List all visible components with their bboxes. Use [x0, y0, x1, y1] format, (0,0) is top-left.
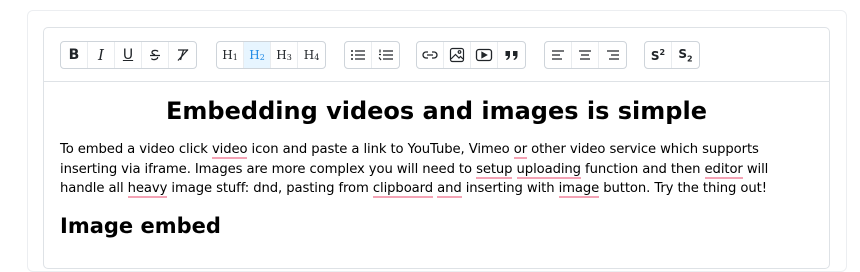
image-button[interactable]: [444, 42, 471, 68]
italic-button[interactable]: I: [88, 42, 115, 68]
heading-4-button[interactable]: H4: [298, 42, 325, 68]
superscript-icon: S2: [651, 48, 665, 63]
strikethrough-icon: [150, 49, 160, 61]
content-title: Embedding videos and images is simple: [166, 97, 707, 125]
heading-1-letter: H: [222, 48, 233, 62]
paragraph-text: To embed a video click: [60, 142, 212, 157]
formatting-controls-group: B I U: [60, 41, 197, 69]
italic-icon: I: [98, 46, 104, 64]
superscript-button[interactable]: S2: [645, 42, 672, 68]
link-icon: [422, 51, 438, 59]
ordered-list-button[interactable]: [372, 42, 399, 68]
align-right-button[interactable]: [599, 42, 626, 68]
paragraph-text: button. Try the thing out!: [599, 181, 767, 196]
heading-2-letter: H: [249, 48, 260, 62]
spellcheck-flagged-word: image: [558, 181, 600, 198]
paragraph-text: icon and paste a link to YouTube, Vimeo: [247, 142, 514, 157]
insert-controls-group: [416, 41, 526, 69]
link-button[interactable]: [417, 42, 444, 68]
subscript-button[interactable]: S2: [672, 42, 699, 68]
heading-3-letter: H: [276, 48, 287, 62]
heading-2-icon: H2: [249, 48, 265, 62]
bold-button[interactable]: B: [61, 42, 88, 68]
content-subheading: Image embed: [60, 213, 221, 238]
bullet-list-icon: [351, 50, 365, 60]
paragraph-text: inserting with: [461, 181, 559, 196]
paragraph-text: [512, 162, 516, 177]
heading-1-level: 1: [232, 53, 238, 62]
align-right-icon: [606, 50, 619, 60]
clear-formatting-icon: [177, 49, 188, 61]
spellcheck-flagged-word: uploading: [516, 161, 581, 179]
spellcheck-flagged-word: editor: [704, 161, 743, 179]
superscript-letter: S: [650, 48, 660, 63]
subscript-letter: S: [678, 46, 688, 61]
align-left-button[interactable]: [545, 42, 572, 68]
script-controls-group: S2 S2: [644, 41, 700, 69]
spellcheck-flagged-word: video: [211, 142, 248, 159]
alignment-controls-group: [544, 41, 627, 69]
spellcheck-flagged-word: and: [437, 181, 462, 198]
heading-4-icon: H4: [304, 48, 320, 62]
spellcheck-flagged-word: clipboard: [372, 181, 434, 198]
heading-1-icon: H1: [222, 48, 238, 62]
superscript-mark: 2: [659, 47, 666, 57]
rich-text-editor: B I U H1 H2 H3 H4 S2 S2 Embedding videos…: [43, 27, 830, 269]
editor-content[interactable]: Embedding videos and images is simple To…: [44, 82, 829, 268]
spellcheck-flagged-word: or: [513, 142, 528, 159]
blockquote-button[interactable]: [498, 42, 525, 68]
ordered-list-icon: [378, 49, 393, 61]
align-left-icon: [552, 50, 564, 60]
spellcheck-flagged-word: setup: [476, 161, 513, 179]
subscript-mark: 2: [687, 54, 693, 64]
subscript-icon: S2: [678, 47, 692, 63]
quote-icon: [505, 51, 517, 60]
list-controls-group: [344, 41, 400, 69]
video-icon: [475, 48, 493, 62]
clear-formatting-button[interactable]: [169, 42, 196, 68]
bold-icon: B: [68, 47, 80, 63]
paragraph-text: image stuff: dnd, pasting from: [167, 181, 373, 196]
paragraph-text: function and then: [580, 161, 705, 177]
heading-2-level: 2: [259, 53, 265, 62]
heading-1-button[interactable]: H1: [217, 42, 244, 68]
heading-controls-group: H1 H2 H3 H4: [216, 41, 326, 69]
spellcheck-flagged-word: heavy: [127, 181, 168, 198]
underline-icon: U: [122, 47, 134, 63]
underline-button[interactable]: U: [115, 42, 142, 68]
video-button[interactable]: [471, 42, 498, 68]
strikethrough-button[interactable]: [142, 42, 169, 68]
heading-4-level: 4: [314, 53, 320, 62]
heading-3-icon: H3: [276, 48, 292, 62]
align-center-icon: [579, 50, 591, 60]
heading-3-button[interactable]: H3: [271, 42, 298, 68]
heading-4-letter: H: [303, 48, 315, 62]
image-icon: [449, 47, 465, 63]
content-paragraph: To embed a video click video icon and pa…: [60, 140, 813, 199]
bullet-list-button[interactable]: [345, 42, 372, 68]
heading-2-button[interactable]: H2: [244, 42, 271, 68]
align-center-button[interactable]: [572, 42, 599, 68]
editor-toolbar: B I U H1 H2 H3 H4 S2 S2: [44, 28, 829, 82]
heading-3-level: 3: [286, 53, 292, 62]
